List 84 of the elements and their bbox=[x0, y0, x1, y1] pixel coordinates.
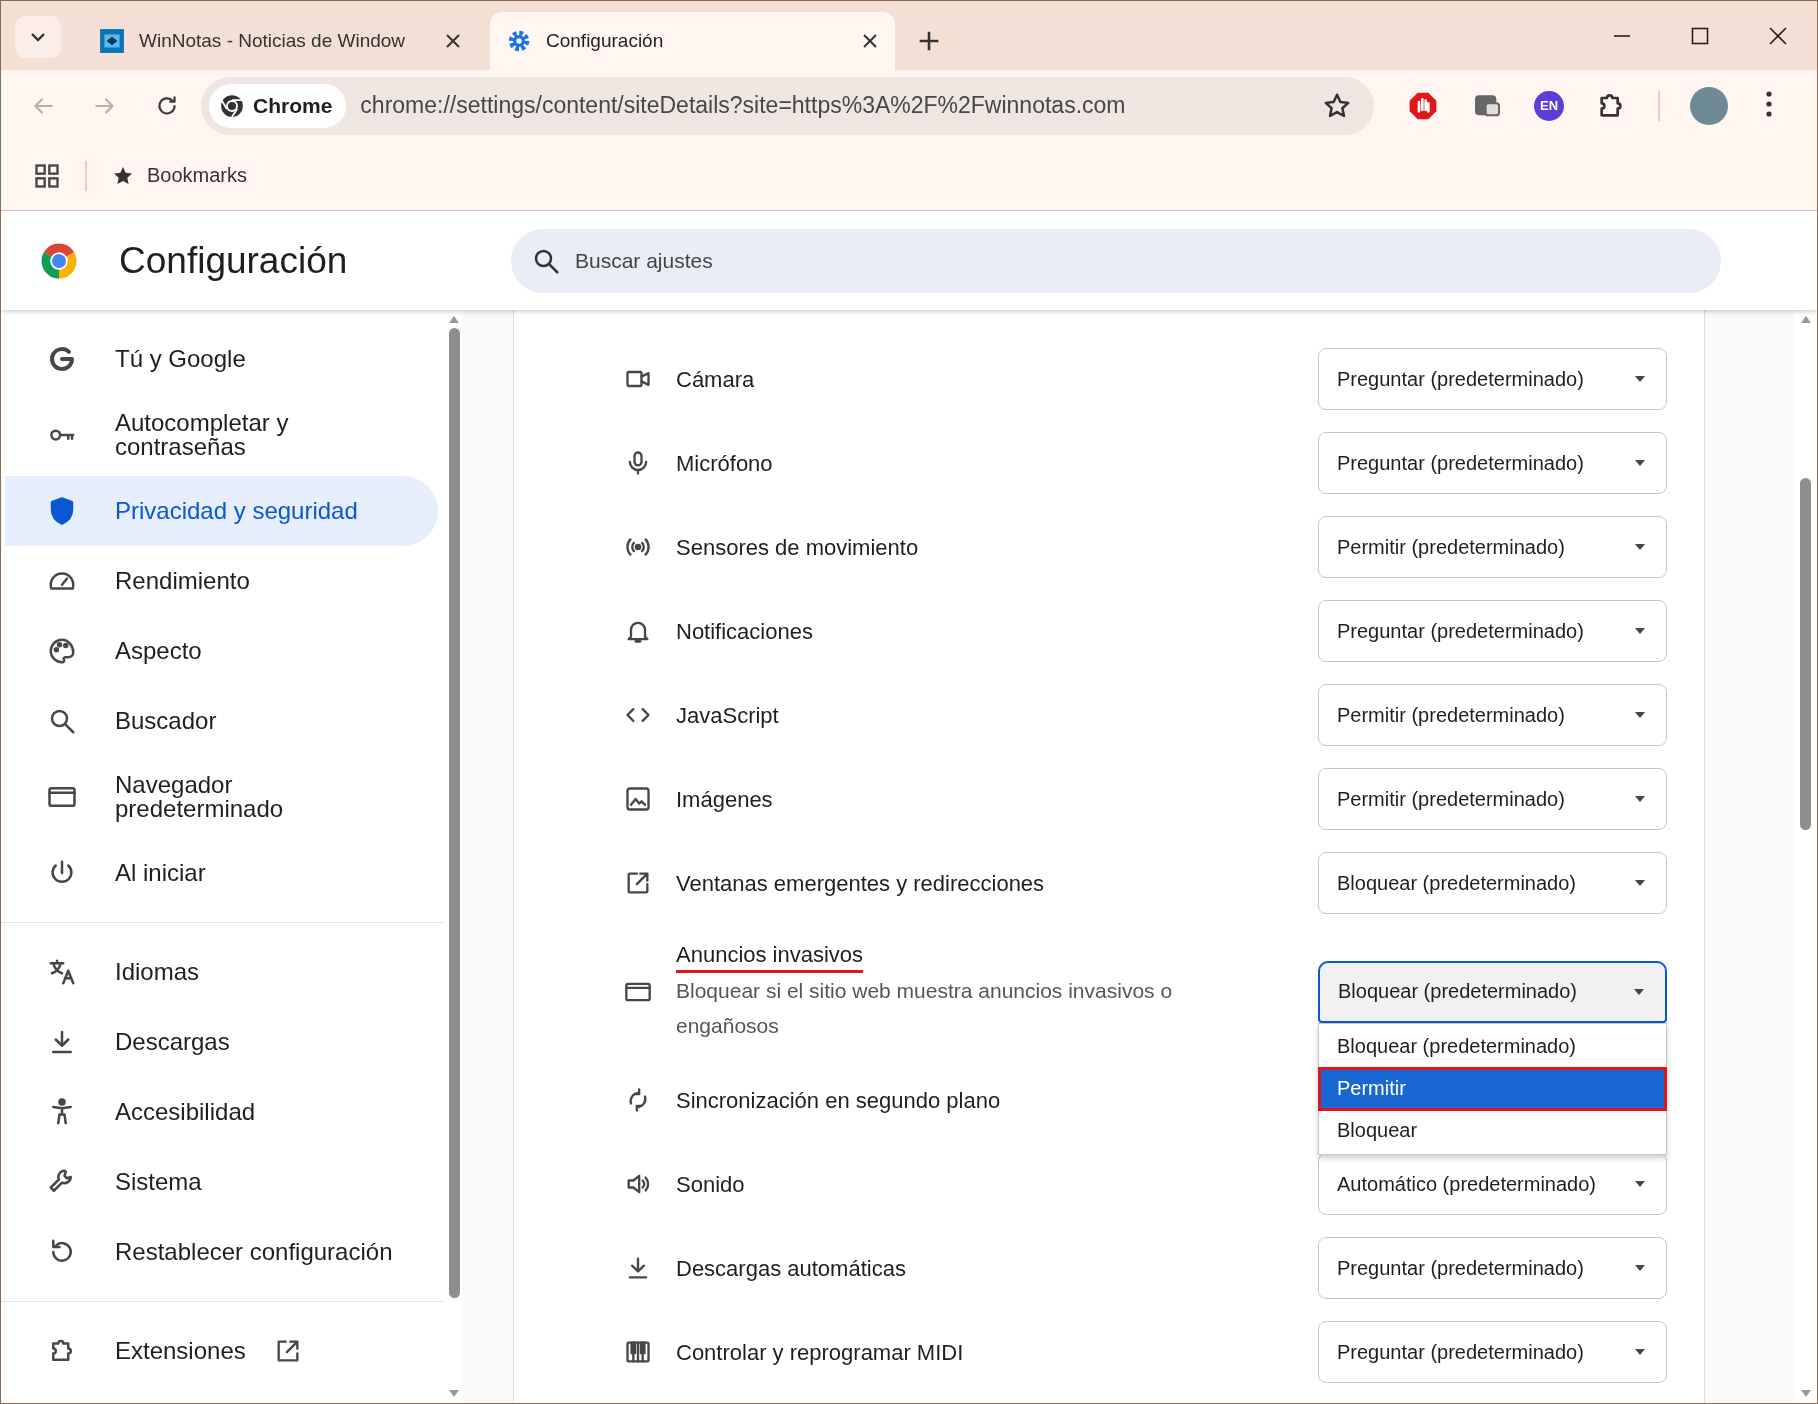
permission-label: Micrófono bbox=[676, 449, 773, 478]
permission-label: Sonido bbox=[676, 1170, 745, 1199]
sidebar-item[interactable]: Accesibilidad bbox=[5, 1077, 438, 1147]
caret-icon bbox=[1634, 543, 1646, 551]
chrome-logo-icon bbox=[219, 92, 245, 119]
permission-label: Cámara bbox=[676, 365, 755, 394]
caret-icon bbox=[1634, 627, 1646, 635]
permission-label: Sensores de movimiento bbox=[676, 533, 919, 562]
sidebar-item[interactable]: Descargas bbox=[5, 1007, 438, 1077]
permission-label: Sincronización en segundo plano bbox=[676, 1086, 1001, 1115]
image-icon bbox=[624, 785, 652, 813]
caret-icon bbox=[1634, 1348, 1646, 1356]
permission-dropdown[interactable]: Preguntar (predeterminado) bbox=[1318, 600, 1667, 662]
permission-dropdown[interactable]: Preguntar (predeterminado) bbox=[1318, 348, 1667, 410]
settings-title: Configuración bbox=[119, 239, 349, 282]
permission-label: Descargas automáticas bbox=[676, 1254, 906, 1283]
tab-search-button[interactable] bbox=[15, 16, 61, 58]
bookmarks-folder[interactable]: Bookmarks bbox=[111, 163, 248, 188]
caret-icon bbox=[1634, 459, 1646, 467]
sidebar-item[interactable]: Idiomas bbox=[5, 937, 438, 1007]
profile-avatar[interactable] bbox=[1690, 86, 1728, 125]
dropdown-option[interactable]: Bloquear (predeterminado) bbox=[1319, 1025, 1666, 1068]
minimize-icon bbox=[1612, 34, 1632, 37]
dropdown-option[interactable]: Bloquear bbox=[1319, 1109, 1666, 1152]
close-icon[interactable] bbox=[444, 32, 462, 50]
caret-icon bbox=[30, 32, 46, 42]
search-field[interactable]: Buscar ajustes bbox=[511, 228, 1721, 293]
caret-icon bbox=[1634, 1264, 1646, 1272]
scroll-down-arrow-icon[interactable] bbox=[448, 1389, 460, 1399]
caret-icon bbox=[1634, 795, 1646, 803]
translate-icon bbox=[47, 957, 77, 987]
sidebar-item[interactable]: Navegador predeterminado bbox=[5, 756, 438, 838]
maximize-icon bbox=[1690, 25, 1710, 46]
caret-icon bbox=[1634, 375, 1646, 383]
permission-label: Imágenes bbox=[676, 785, 773, 814]
sidebar-item[interactable]: Rendimiento bbox=[5, 546, 438, 616]
caret-icon bbox=[1634, 879, 1646, 887]
permission-dropdown[interactable]: Bloquear (predeterminado) bbox=[1318, 960, 1667, 1023]
sidebar-item[interactable]: Privacidad y seguridad bbox=[5, 476, 438, 546]
sidebar-item[interactable]: Al iniciar bbox=[5, 838, 438, 908]
permission-dropdown[interactable]: Permitir (predeterminado) bbox=[1318, 768, 1667, 830]
scroll-up-arrow-icon[interactable] bbox=[448, 314, 460, 324]
close-icon bbox=[1768, 25, 1788, 46]
permission-dropdown[interactable]: Preguntar (predeterminado) bbox=[1318, 1237, 1667, 1299]
permission-label: JavaScript bbox=[676, 701, 779, 730]
permission-label: Anuncios invasivos bbox=[676, 940, 864, 973]
permission-label: Ventanas emergentes y redirecciones bbox=[676, 869, 1045, 898]
permission-description: Bloquear si el sitio web muestra anuncios invasivos o engañosos bbox=[676, 978, 1174, 1039]
permission-dropdown[interactable]: Permitir (predeterminado) bbox=[1318, 684, 1667, 746]
url-text: chrome://settings/content/siteDetails?site=https%3A%2F%2Fwinnotas.com bbox=[360, 92, 1127, 119]
address-bar[interactable]: Chrome chrome://settings/content/siteDetails?site=https%3A%2F%2Fwinnotas.com bbox=[201, 76, 1374, 135]
site-info-chip[interactable]: Chrome bbox=[209, 83, 347, 128]
permission-dropdown[interactable]: Preguntar (predeterminado) bbox=[1318, 432, 1667, 494]
browser-tab[interactable]: WinNotas - Noticias de Window bbox=[83, 12, 478, 70]
sidebar-item[interactable]: Buscador bbox=[5, 686, 438, 756]
gear-icon bbox=[506, 28, 532, 54]
permission-label: Controlar y reprogramar MIDI bbox=[676, 1338, 964, 1367]
permission-dropdown[interactable]: Automático (predeterminado) bbox=[1318, 1153, 1667, 1215]
sidebar-item[interactable]: Autocompletar y contraseñas bbox=[5, 394, 438, 476]
sidebar-item[interactable]: Sistema bbox=[5, 1147, 438, 1217]
palette-icon bbox=[47, 636, 77, 666]
sidebar-item[interactable]: Aspecto bbox=[5, 616, 438, 686]
permission-dropdown[interactable]: Bloquear (predeterminado) bbox=[1318, 852, 1667, 914]
browser-tab[interactable]: Configuración bbox=[490, 12, 895, 70]
apps-grid-icon[interactable] bbox=[33, 161, 61, 190]
close-icon[interactable] bbox=[861, 32, 879, 50]
sidebar-item[interactable]: Extensiones bbox=[5, 1316, 438, 1386]
scroll-up-arrow-icon[interactable] bbox=[1799, 314, 1812, 324]
google-g-icon bbox=[47, 344, 77, 374]
sidebar-item[interactable]: Tú y Google bbox=[5, 324, 438, 394]
scroll-down-arrow-icon[interactable] bbox=[1799, 1389, 1812, 1399]
sidebar-item[interactable]: Restablecer configuración bbox=[5, 1217, 438, 1287]
scrollbar-thumb[interactable] bbox=[448, 328, 460, 1298]
language-extension-badge[interactable]: EN bbox=[1534, 90, 1564, 121]
permission-label: Notificaciones bbox=[676, 617, 813, 646]
permission-dropdown[interactable]: Preguntar (predeterminado) bbox=[1318, 1321, 1667, 1383]
dropdown-option[interactable]: Permitir bbox=[1319, 1067, 1666, 1110]
caret-icon bbox=[1634, 1180, 1646, 1188]
scrollbar-thumb[interactable] bbox=[1800, 478, 1811, 830]
caret-icon bbox=[1634, 711, 1646, 719]
permission-dropdown[interactable]: Permitir (predeterminado) bbox=[1318, 516, 1667, 578]
more-vertical-icon bbox=[1765, 90, 1773, 118]
caret-icon bbox=[1633, 987, 1645, 996]
site-favicon-icon bbox=[99, 28, 125, 54]
